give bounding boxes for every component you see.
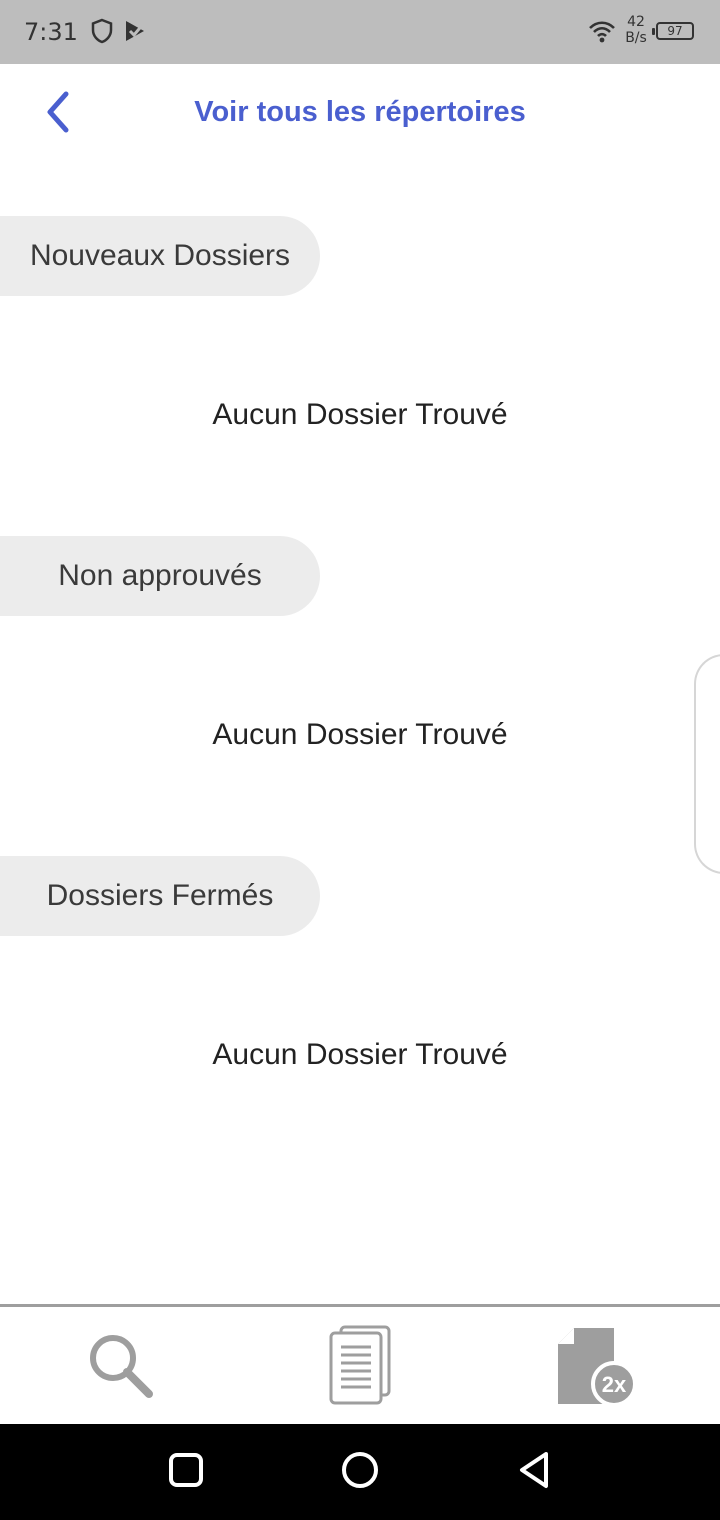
file-2x-icon: 2x — [550, 1324, 637, 1411]
net-speed: 42 B/s — [622, 14, 650, 46]
wifi-icon — [588, 20, 616, 49]
empty-message: Aucun Dossier Trouvé — [212, 718, 508, 751]
bottom-nav: 2x — [0, 1304, 720, 1424]
empty-message: Aucun Dossier Trouvé — [212, 398, 508, 431]
file-2x-badge: 2x — [602, 1372, 627, 1397]
status-time: 7:31 — [24, 18, 78, 46]
documents-icon — [327, 1325, 393, 1410]
shield-icon — [90, 18, 114, 49]
nav-documents-button[interactable] — [320, 1325, 400, 1409]
app-header: Voir tous les répertoires — [0, 64, 720, 164]
section-new-folders: Nouveaux Dossiers Aucun Dossier Trouvé — [0, 216, 720, 456]
net-speed-unit: B/s — [625, 30, 647, 46]
net-speed-value: 42 — [627, 14, 645, 30]
play-check-icon — [122, 18, 148, 49]
home-icon — [340, 1450, 380, 1495]
section-closed-folders: Dossiers Fermés Aucun Dossier Trouvé — [0, 856, 720, 1096]
battery-icon: 97 — [652, 22, 694, 40]
section-tab-closed-folders[interactable]: Dossiers Fermés — [0, 856, 320, 936]
side-drawer-handle[interactable] — [694, 654, 720, 874]
section-unapproved: Non approuvés Aucun Dossier Trouvé — [0, 536, 720, 776]
battery-level: 97 — [667, 24, 683, 38]
nav-search-button[interactable] — [80, 1325, 160, 1409]
recents-icon — [168, 1452, 204, 1493]
home-button[interactable] — [334, 1446, 386, 1498]
recents-button[interactable] — [160, 1446, 212, 1498]
nav-file-2x-button[interactable]: 2x — [550, 1324, 637, 1411]
system-back-button[interactable] — [508, 1446, 560, 1498]
search-icon — [85, 1330, 155, 1405]
page-title: Voir tous les répertoires — [194, 96, 526, 128]
back-triangle-icon — [516, 1450, 552, 1495]
system-nav — [0, 1424, 720, 1520]
section-tab-unapproved[interactable]: Non approuvés — [0, 536, 320, 616]
empty-message: Aucun Dossier Trouvé — [212, 1038, 508, 1071]
section-tab-new-folders[interactable]: Nouveaux Dossiers — [0, 216, 320, 296]
status-bar: 7:31 42 B/s 97 — [0, 0, 720, 64]
